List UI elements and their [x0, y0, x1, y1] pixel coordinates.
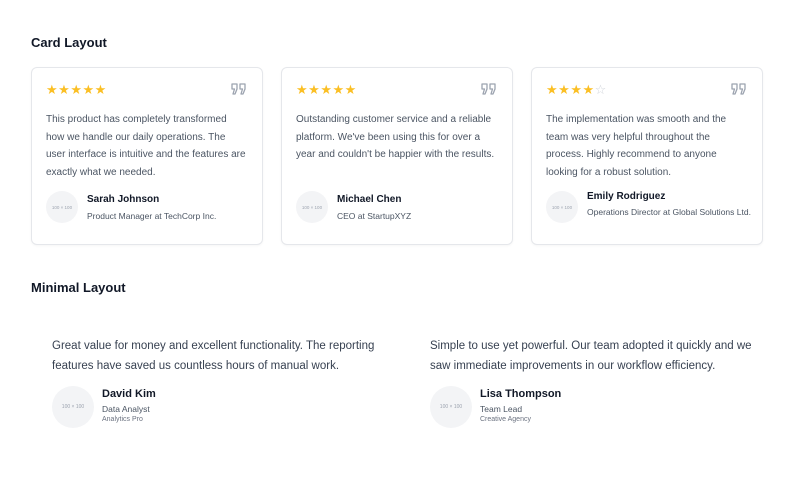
avatar: 100 × 100 — [430, 386, 472, 428]
star-filled-icon: ★ — [46, 82, 59, 97]
star-filled-icon: ★ — [570, 82, 583, 97]
testimonial-card: ★★★★★ Outstanding customer service and a… — [281, 67, 513, 245]
star-filled-icon: ★ — [296, 82, 309, 97]
quote-icon — [481, 83, 496, 95]
testimonial-text: The implementation was smooth and the te… — [546, 114, 727, 178]
author-name: Michael Chen — [337, 194, 402, 205]
quote-icon — [731, 83, 746, 95]
author-name: Emily Rodriguez — [587, 191, 666, 202]
star-filled-icon: ★ — [344, 82, 357, 97]
star-filled-icon: ★ — [94, 82, 107, 97]
star-filled-icon: ★ — [320, 82, 333, 97]
author-role: CEO at StartupXYZ — [337, 211, 412, 221]
star-filled-icon: ★ — [58, 82, 71, 97]
quote-icon — [231, 83, 246, 95]
author-role: Operations Director at Global Solutions … — [587, 207, 751, 217]
author-block: 100 × 100 Emily Rodriguez Operations Dir… — [546, 191, 756, 231]
star-filled-icon: ★ — [582, 82, 595, 97]
star-rating: ★★★★★ — [296, 83, 357, 97]
testimonial-text: Simple to use yet powerful. Our team ado… — [430, 340, 752, 372]
testimonial-text: This product has completely transformed … — [46, 114, 246, 178]
testimonial-text: Great value for money and excellent func… — [52, 340, 375, 372]
testimonial-card: ★★★★★ This product has completely transf… — [31, 67, 263, 245]
card-layout-heading: Card Layout — [31, 35, 107, 50]
star-filled-icon: ★ — [82, 82, 95, 97]
star-filled-icon: ★ — [308, 82, 321, 97]
author-block: 100 × 100 Sarah Johnson Product Manager … — [46, 191, 256, 231]
testimonial-card: ★★★★☆ The implementation was smooth and … — [531, 67, 763, 245]
star-empty-icon: ☆ — [594, 82, 607, 97]
avatar: 100 × 100 — [546, 191, 578, 223]
author-name: Lisa Thompson — [480, 388, 562, 400]
author-role: Data Analyst — [102, 404, 150, 414]
author-name: Sarah Johnson — [87, 194, 160, 205]
star-filled-icon: ★ — [546, 82, 559, 97]
author-company: Creative Agency — [480, 416, 531, 423]
avatar: 100 × 100 — [296, 191, 328, 223]
minimal-layout-heading: Minimal Layout — [31, 280, 126, 295]
testimonials-page: Card Layout ★★★★★ This product has compl… — [0, 0, 800, 500]
testimonial-text: Outstanding customer service and a relia… — [296, 114, 495, 160]
author-name: David Kim — [102, 388, 156, 400]
star-filled-icon: ★ — [332, 82, 345, 97]
author-role: Team Lead — [480, 404, 523, 414]
star-filled-icon: ★ — [70, 82, 83, 97]
avatar: 100 × 100 — [52, 386, 94, 428]
author-block: 100 × 100 Michael Chen CEO at StartupXYZ — [296, 191, 506, 231]
star-rating: ★★★★☆ — [546, 83, 607, 97]
author-role: Product Manager at TechCorp Inc. — [87, 211, 217, 221]
minimal-testimonial: Great value for money and excellent func… — [52, 336, 382, 430]
author-company: Analytics Pro — [102, 416, 143, 423]
minimal-testimonial: Simple to use yet powerful. Our team ado… — [430, 336, 760, 430]
star-rating: ★★★★★ — [46, 83, 107, 97]
avatar: 100 × 100 — [46, 191, 78, 223]
author-block: 100 × 100 David Kim Data Analyst Analyti… — [52, 386, 382, 430]
author-block: 100 × 100 Lisa Thompson Team Lead Creati… — [430, 386, 760, 430]
star-filled-icon: ★ — [558, 82, 571, 97]
